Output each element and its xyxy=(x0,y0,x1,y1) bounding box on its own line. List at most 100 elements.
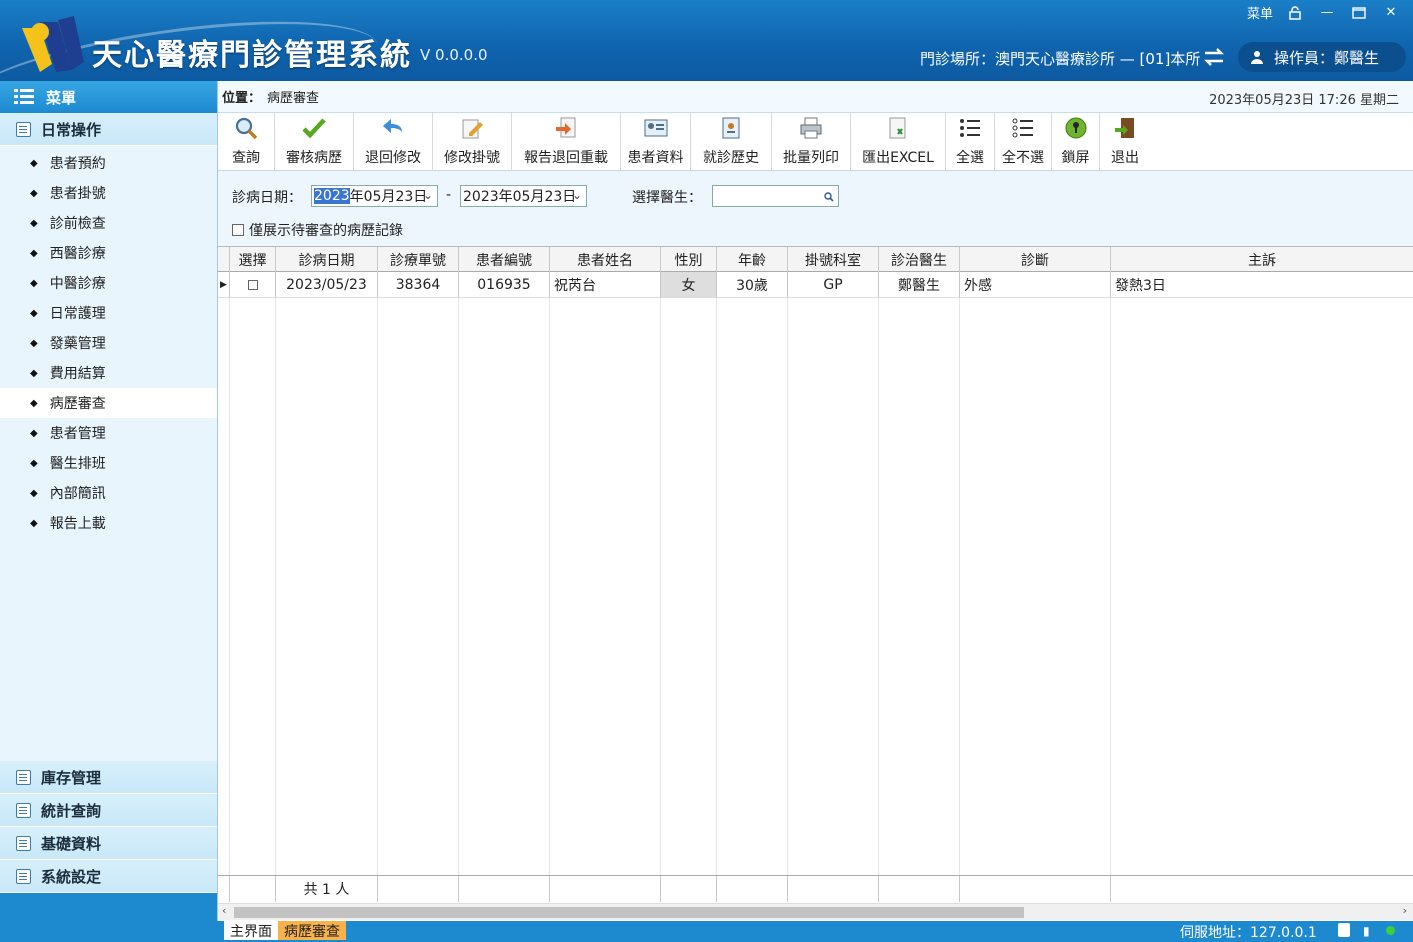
sidebar-item-label: 發藥管理 xyxy=(49,336,106,352)
group-label: 日常操作 xyxy=(41,120,102,139)
doctor-select-input[interactable] xyxy=(712,185,839,207)
tab-main[interactable]: 主界面 xyxy=(224,921,278,940)
row-select-checkbox[interactable] xyxy=(230,272,276,298)
pending-only-checkbox[interactable]: 僅展示待審查的病歷記錄 xyxy=(232,220,403,240)
toolbar-label: 全選 xyxy=(956,150,984,166)
switch-clinic-icon[interactable] xyxy=(1202,46,1226,68)
sidebar-item[interactable]: ◆ 醫生排班 xyxy=(0,448,217,478)
cell-record-no: 38364 xyxy=(378,272,459,298)
exit-button[interactable]: 退出 xyxy=(1100,113,1150,170)
date-to-picker[interactable]: 2023年05月23日 ⌄ xyxy=(460,185,587,207)
bullet-icon: ◆ xyxy=(30,397,38,409)
app-title: 天心醫療門診管理系統 xyxy=(92,38,412,73)
column-header[interactable]: 診斷 xyxy=(960,247,1111,272)
operator-badge[interactable]: 操作員：鄭醫生 xyxy=(1238,42,1406,72)
group-daily-ops[interactable]: 日常操作 xyxy=(0,113,217,146)
sidebar-item[interactable]: ◆ 中醫診療 xyxy=(0,268,217,298)
search-icon[interactable] xyxy=(824,192,834,202)
sidebar-item[interactable]: ◆ 診前檢查 xyxy=(0,208,217,238)
group-statistics[interactable]: 統計查詢 xyxy=(0,794,217,827)
sidebar-item-label: 內部簡訊 xyxy=(49,486,106,502)
visit-history-button[interactable]: 就診歷史 xyxy=(691,113,772,170)
group-label: 基礎資料 xyxy=(41,834,102,853)
query-button[interactable]: 查詢 xyxy=(218,113,275,170)
date-from-picker[interactable]: 2023 年05月23日 ⌄ xyxy=(311,185,438,207)
column-header[interactable]: 診治醫生 xyxy=(879,247,960,272)
edit-registration-button[interactable]: 修改掛號 xyxy=(433,113,512,170)
sidebar-item[interactable]: ◆ 內部簡訊 xyxy=(0,478,217,508)
current-datetime: 2023年05月23日 17:26 星期二 xyxy=(1209,93,1399,108)
scroll-right-icon[interactable]: › xyxy=(1403,904,1407,917)
date-from-year: 2023 xyxy=(314,188,350,204)
sidebar-item-active[interactable]: ◆ 病歷審查 xyxy=(0,388,217,418)
bullet-icon: ◆ xyxy=(30,157,38,169)
column-header[interactable]: 診病日期 xyxy=(276,247,378,272)
select-all-button[interactable]: 全選 xyxy=(946,113,995,170)
sidebar-item[interactable]: ◆ 患者預約 xyxy=(0,148,217,178)
sidebar-item-label: 患者掛號 xyxy=(49,186,106,202)
scrollbar-thumb[interactable] xyxy=(234,907,1024,918)
patient-info-button[interactable]: 患者資料 xyxy=(621,113,691,170)
column-header[interactable]: 主訴 xyxy=(1111,247,1413,272)
column-header[interactable]: 掛號科室 xyxy=(788,247,879,272)
sidebar-item[interactable]: ◆ 發藥管理 xyxy=(0,328,217,358)
bullet-icon: ◆ xyxy=(30,457,38,469)
signal-icon: ▮ xyxy=(1363,924,1370,938)
batch-print-button[interactable]: 批量列印 xyxy=(772,113,851,170)
minimize-icon[interactable]: — xyxy=(1317,4,1337,22)
sidebar: 菜單 日常操作 ◆ 患者預約 ◆ 患者掛號 ◆ 診前檢查 ◆ 西醫診療 ◆ 中醫診療 ◆ 日… xyxy=(0,81,218,921)
row-indicator-header xyxy=(218,247,230,272)
column-header[interactable]: 年齡 xyxy=(717,247,788,272)
column-header[interactable]: 患者姓名 xyxy=(550,247,661,272)
table-footer: 共 1 人 xyxy=(218,875,1413,902)
sidebar-header[interactable]: 菜單 xyxy=(0,81,217,113)
maximize-icon[interactable] xyxy=(1349,4,1369,22)
sidebar-item[interactable]: ◆ 患者掛號 xyxy=(0,178,217,208)
app-version: V 0.0.0.0 xyxy=(420,46,488,64)
sidebar-item[interactable]: ◆ 報告上載 xyxy=(0,508,217,538)
column-header[interactable]: 診療單號 xyxy=(378,247,459,272)
chevron-down-icon[interactable]: ⌄ xyxy=(423,188,433,202)
tab-record-review[interactable]: 病歷審查 xyxy=(278,921,346,940)
chevron-down-icon[interactable]: ⌄ xyxy=(572,188,582,202)
user-icon xyxy=(1251,51,1263,64)
group-inventory[interactable]: 庫存管理 xyxy=(0,761,217,794)
sidebar-item-label: 西醫診療 xyxy=(49,246,106,262)
sidebar-item[interactable]: ◆ 費用結算 xyxy=(0,358,217,388)
sidebar-item[interactable]: ◆ 日常護理 xyxy=(0,298,217,328)
export-excel-button[interactable]: 匯出EXCEL xyxy=(851,113,946,170)
return-modify-button[interactable]: 退回修改 xyxy=(354,113,433,170)
close-icon[interactable]: ✕ xyxy=(1381,4,1401,22)
column-header[interactable]: 患者編號 xyxy=(459,247,550,272)
column-header[interactable]: 選擇 xyxy=(230,247,276,272)
group-settings[interactable]: 系統設定 xyxy=(0,860,217,893)
report-reload-button[interactable]: 報告退回重載 xyxy=(512,113,621,170)
sidebar-item[interactable]: ◆ 西醫診療 xyxy=(0,238,217,268)
menu-label[interactable]: 菜单 xyxy=(1247,3,1273,22)
filter-panel: 診病日期： 2023 年05月23日 ⌄ - 2023年05月23日 ⌄ 選擇醫生… xyxy=(218,171,1413,246)
breadcrumb: 位置： 病歷審查 2023年05月23日 17:26 星期二 xyxy=(218,81,1413,113)
history-book-icon xyxy=(722,117,740,139)
document-icon[interactable] xyxy=(1338,923,1350,937)
calendar-icon xyxy=(16,121,31,137)
group-label: 系統設定 xyxy=(41,867,102,886)
group-label: 統計查詢 xyxy=(41,801,102,820)
deselect-all-button[interactable]: 全不選 xyxy=(995,113,1052,170)
group-basic-data[interactable]: 基礎資料 xyxy=(0,827,217,860)
sidebar-item-label: 費用結算 xyxy=(49,366,106,382)
column-header[interactable]: 性別 xyxy=(661,247,717,272)
excel-export-icon xyxy=(889,117,906,139)
status-indicator-icon xyxy=(1386,926,1395,935)
lock-icon[interactable] xyxy=(1285,4,1305,22)
horizontal-scrollbar[interactable]: ‹ › xyxy=(218,903,1413,920)
list-check-icon xyxy=(960,119,980,137)
list-menu-icon xyxy=(14,89,34,104)
sidebar-item[interactable]: ◆ 患者管理 xyxy=(0,418,217,448)
approve-record-button[interactable]: 審核病歷 xyxy=(275,113,354,170)
sidebar-item-label: 患者預約 xyxy=(49,156,106,172)
checkbox-box[interactable] xyxy=(232,224,244,236)
lock-screen-button[interactable]: 鎖屏 xyxy=(1052,113,1100,170)
scroll-left-icon[interactable]: ‹ xyxy=(222,904,226,917)
bullet-icon: ◆ xyxy=(30,427,38,439)
breadcrumb-value: 病歷審查 xyxy=(267,91,320,106)
